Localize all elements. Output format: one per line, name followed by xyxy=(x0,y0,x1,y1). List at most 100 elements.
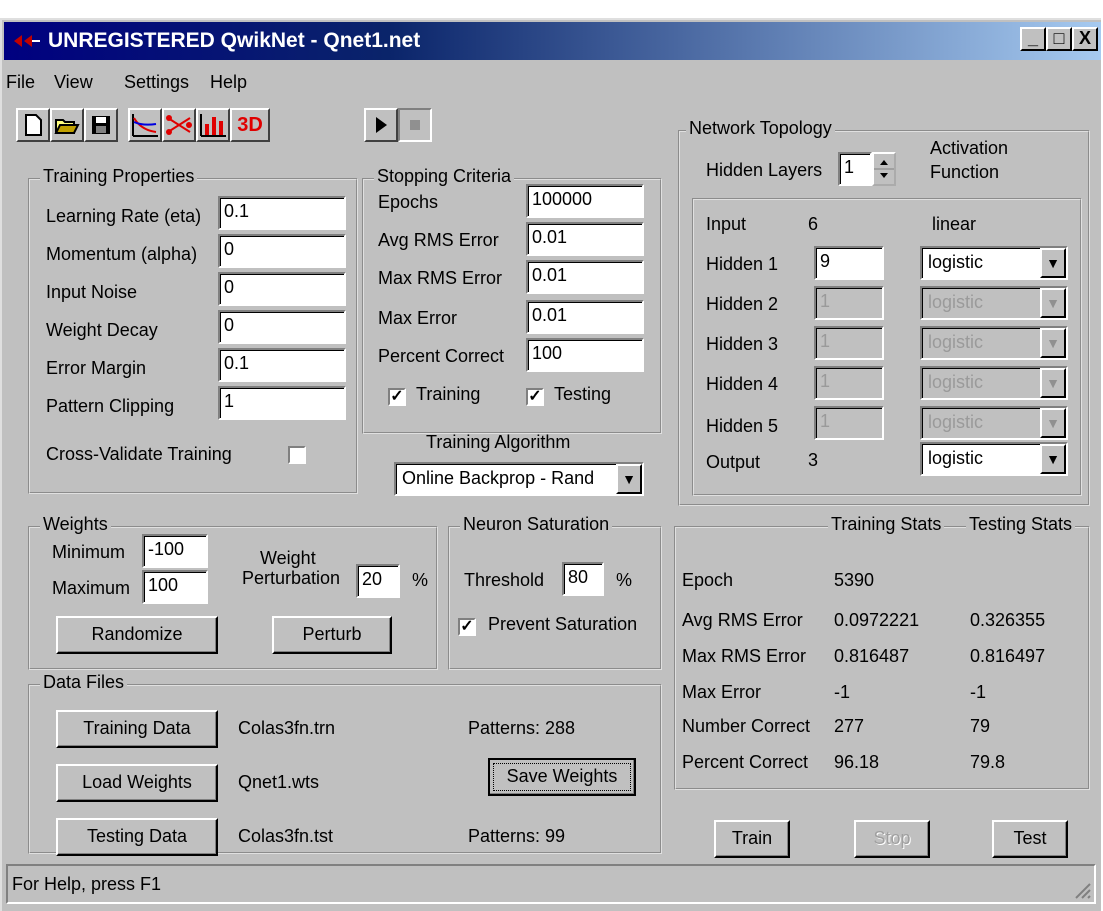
menu-settings[interactable]: Settings xyxy=(124,72,189,93)
training-stats-header: Training Stats xyxy=(828,514,945,535)
resize-grip-icon[interactable] xyxy=(1072,880,1092,900)
test-button[interactable]: Test xyxy=(992,820,1068,858)
network-icon xyxy=(166,115,192,135)
stats-train-value: 277 xyxy=(834,716,865,736)
cross-validate-checkbox[interactable] xyxy=(288,446,306,464)
training-data-button[interactable]: Training Data xyxy=(56,710,218,748)
save-file-button[interactable] xyxy=(84,108,118,142)
stop-icon xyxy=(410,120,420,130)
chevron-down-icon[interactable]: ▼ xyxy=(1040,248,1066,278)
training-checkbox[interactable]: ✓ xyxy=(388,388,406,406)
save-weights-button[interactable]: Save Weights xyxy=(488,758,636,796)
hidden1-activation-select[interactable]: logistic ▼ xyxy=(920,246,1068,280)
load-weights-button[interactable]: Load Weights xyxy=(56,764,218,802)
close-button[interactable]: X xyxy=(1072,27,1098,51)
hidden4-label: Hidden 4 xyxy=(706,374,779,394)
3d-icon: 3D xyxy=(237,113,263,136)
new-file-icon xyxy=(25,114,42,136)
open-file-button[interactable] xyxy=(50,108,84,142)
testing-checkbox[interactable]: ✓ xyxy=(526,388,544,406)
error-margin-input[interactable]: 0.1 xyxy=(218,348,346,382)
run-button[interactable] xyxy=(364,108,398,142)
stats-row-label: Avg RMS Error xyxy=(682,610,803,630)
input-layer-count: 6 xyxy=(808,214,819,234)
output-activation-select[interactable]: logistic ▼ xyxy=(920,442,1068,476)
error-plot-button[interactable] xyxy=(128,108,162,142)
hidden-layers-spinner[interactable] xyxy=(872,152,896,186)
network-view-button[interactable] xyxy=(162,108,196,142)
prevent-saturation-checkbox[interactable]: ✓ xyxy=(458,618,476,636)
prevent-saturation-label: Prevent Saturation xyxy=(488,614,638,634)
maximum-input[interactable]: 100 xyxy=(142,570,208,604)
stats-test-value: 0.816497 xyxy=(970,646,1046,666)
new-file-button[interactable] xyxy=(16,108,50,142)
stopping-criteria-title: Stopping Criteria xyxy=(374,166,515,187)
percent-correct-label: Percent Correct xyxy=(378,346,505,366)
momentum-input[interactable]: 0 xyxy=(218,234,346,268)
chevron-down-icon: ▼ xyxy=(1040,368,1066,398)
activation-label-line2: Function xyxy=(930,162,1000,182)
menu-help[interactable]: Help xyxy=(210,72,247,93)
floppy-disk-icon xyxy=(92,116,110,134)
stats-test-value: 79.8 xyxy=(970,752,1006,772)
chevron-down-icon[interactable]: ▼ xyxy=(616,464,642,494)
main-window: UNREGISTERED QwikNet - Qnet1.net _ □ X F… xyxy=(0,18,1101,911)
weight-perturbation-percent: % xyxy=(412,570,429,590)
maximize-button[interactable]: □ xyxy=(1046,27,1072,51)
randomize-button[interactable]: Randomize xyxy=(56,616,218,654)
max-rms-error-input[interactable]: 0.01 xyxy=(526,260,644,294)
training-checkbox-label: Training xyxy=(416,384,481,404)
hidden3-label: Hidden 3 xyxy=(706,334,779,354)
chevron-down-icon: ▼ xyxy=(1040,408,1066,438)
stats-test-value: 79 xyxy=(970,716,991,736)
stats-row-label: Percent Correct xyxy=(682,752,809,772)
learning-rate-label: Learning Rate (eta) xyxy=(46,206,202,226)
hidden3-neurons-input: 1 xyxy=(814,326,884,360)
title-bar[interactable]: UNREGISTERED QwikNet - Qnet1.net _ □ X xyxy=(4,22,1101,60)
threshold-input[interactable]: 80 xyxy=(562,562,604,596)
input-layer-label: Input xyxy=(706,214,747,234)
threshold-percent: % xyxy=(616,570,633,590)
menu-file[interactable]: File xyxy=(6,72,35,93)
minimum-input[interactable]: -100 xyxy=(142,534,208,568)
chevron-down-icon: ▼ xyxy=(1040,288,1066,318)
chevron-down-icon[interactable]: ▼ xyxy=(1040,444,1066,474)
hidden5-neurons-input: 1 xyxy=(814,406,884,440)
epochs-input[interactable]: 100000 xyxy=(526,184,644,218)
training-algorithm-label: Training Algorithm xyxy=(426,432,571,452)
stats-test-value: 0.326355 xyxy=(970,610,1046,630)
neuron-saturation-group xyxy=(448,526,662,670)
menu-view[interactable]: View xyxy=(54,72,93,93)
up-down-icon xyxy=(874,160,894,178)
hidden4-activation-select: logistic ▼ xyxy=(920,366,1068,400)
perturb-button[interactable]: Perturb xyxy=(272,616,392,654)
avg-rms-error-input[interactable]: 0.01 xyxy=(526,222,644,256)
minimize-button[interactable]: _ xyxy=(1020,27,1046,51)
input-noise-label: Input Noise xyxy=(46,282,138,302)
hidden3-activation-select: logistic ▼ xyxy=(920,326,1068,360)
train-button[interactable]: Train xyxy=(714,820,790,858)
input-layer-activation: linear xyxy=(932,214,977,234)
hidden1-neurons-input[interactable]: 9 xyxy=(814,246,884,280)
percent-correct-input[interactable]: 100 xyxy=(526,338,644,372)
stats-row-label: Max RMS Error xyxy=(682,646,807,666)
pattern-clipping-input[interactable]: 1 xyxy=(218,386,346,420)
weight-perturbation-input[interactable]: 20 xyxy=(356,564,400,598)
weight-decay-input[interactable]: 0 xyxy=(218,310,346,344)
hidden5-label: Hidden 5 xyxy=(706,416,779,436)
input-noise-input[interactable]: 0 xyxy=(218,272,346,306)
app-icon xyxy=(14,35,40,47)
training-algorithm-select[interactable]: Online Backprop - Rand ▼ xyxy=(394,462,644,496)
testing-data-button[interactable]: Testing Data xyxy=(56,818,218,856)
stop-toolbar-button[interactable] xyxy=(398,108,432,142)
hidden-layers-input[interactable]: 1 xyxy=(838,152,872,186)
learning-rate-input[interactable]: 0.1 xyxy=(218,196,346,230)
testing-data-filename: Colas3fn.tst xyxy=(238,826,334,846)
stats-train-value: -1 xyxy=(834,682,851,702)
network-topology-title: Network Topology xyxy=(686,118,835,139)
weight-perturbation-label-line1: Weight xyxy=(260,548,316,568)
max-error-input[interactable]: 0.01 xyxy=(526,300,644,334)
bar-chart-button[interactable] xyxy=(196,108,230,142)
3d-plot-button[interactable]: 3D xyxy=(230,108,270,142)
stats-row-label: Number Correct xyxy=(682,716,811,736)
